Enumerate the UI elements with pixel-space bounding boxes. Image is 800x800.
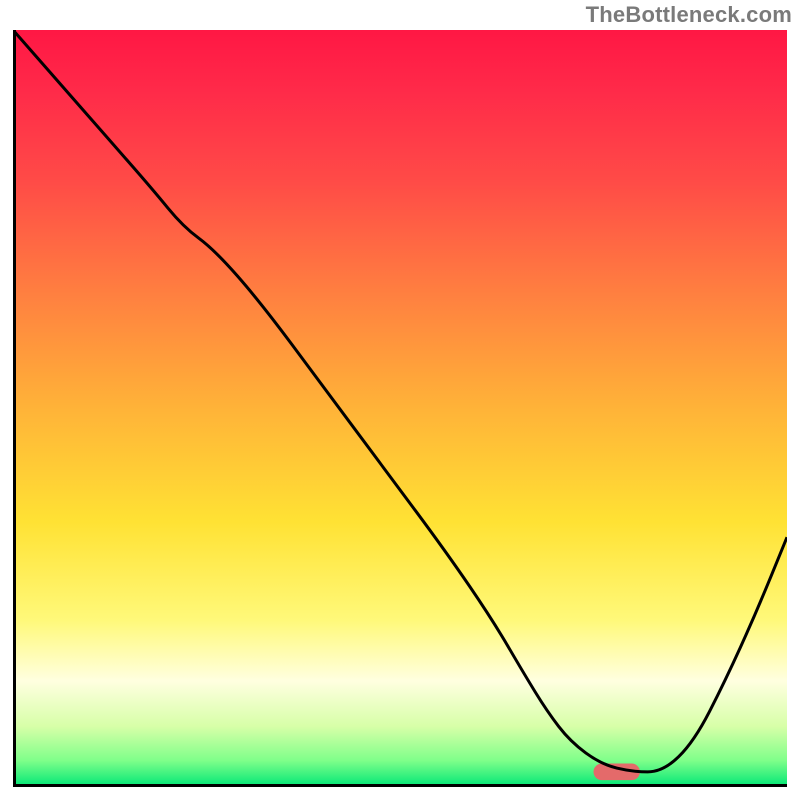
gradient-background [13,30,787,787]
watermark-text: TheBottleneck.com [586,2,792,28]
plot-area [13,30,787,787]
chart-container: TheBottleneck.com [0,0,800,800]
chart-svg [13,30,787,787]
